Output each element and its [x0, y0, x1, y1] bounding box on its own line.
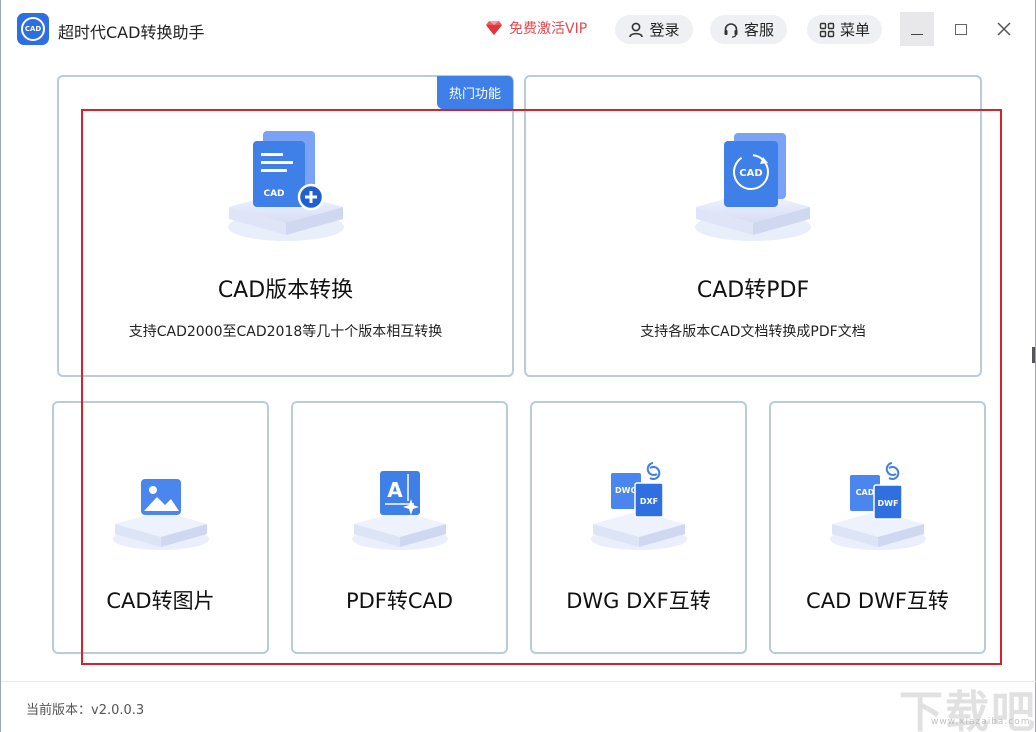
maximize-icon [955, 23, 967, 35]
cad-to-pdf-title: CAD转PDF [696, 278, 810, 303]
hot-feature-badge: 热门功能 [437, 76, 513, 109]
dwg-dxf-convert-icon: DWG DXF [590, 462, 687, 550]
headset-icon [724, 22, 738, 38]
status-footer: 当前版本：v2.0.0.3 [1, 681, 1036, 732]
version-label: 当前版本：v2.0.0.3 [26, 703, 145, 718]
cad-version-icon-text: CAD [263, 189, 284, 199]
close-icon [997, 22, 1011, 36]
cad-dwf-convert-title: CAD DWF互转 [806, 589, 949, 613]
vip-label: 免费激活VIP [509, 21, 588, 37]
cad-dwf-convert-icon: CAD DWF [829, 462, 926, 550]
dxf-icon-text: DXF [639, 497, 657, 506]
cad-to-pdf-desc: 支持各版本CAD文档转换成PDF文档 [640, 324, 866, 340]
minimize-icon [911, 33, 923, 35]
image-icon [112, 479, 209, 550]
login-button[interactable]: 登录 [615, 15, 693, 44]
cad-to-image-card[interactable]: CAD转图片 [52, 401, 269, 654]
minimize-button[interactable] [900, 12, 934, 46]
cad-to-pdf-icon: CAD [695, 133, 811, 241]
dwg-dxf-convert-title: DWG DXF互转 [566, 589, 711, 613]
pdf-to-cad-title: PDF转CAD [345, 589, 454, 613]
menu-label: 菜单 [839, 21, 870, 39]
cad-to-pdf-card[interactable]: CAD CAD转PDF 支持各版本CAD文档转换成PDF文档 [524, 75, 982, 377]
cad-to-image-title: CAD转图片 [106, 589, 215, 613]
watermark-url: www.xiazaiba.com [931, 717, 1031, 727]
cad-version-convert-title: CAD版本转换 [217, 278, 354, 303]
service-label: 客服 [743, 21, 774, 39]
dwg-icon-text: DWG [614, 486, 636, 495]
app-logo-text: CAD [21, 17, 45, 41]
app-window: CAD 超时代CAD转换助手 免费激活VIP 登录 客服 菜单 热门功能 CAD… [0, 0, 1036, 732]
login-label: 登录 [649, 21, 680, 39]
activate-vip-link[interactable]: 免费激活VIP [485, 18, 587, 38]
cad-version-convert-card[interactable]: 热门功能 CAD CAD版本转换 支持CAD2000至CAD2018等几十个版本… [57, 75, 514, 377]
cad-to-pdf-icon-text: CAD [739, 168, 762, 179]
cad-version-convert-desc: 支持CAD2000至CAD2018等几十个版本相互转换 [128, 324, 443, 340]
diamond-icon [486, 21, 502, 35]
dwg-dxf-convert-card[interactable]: DWG DXF DWG DXF互转 [530, 401, 747, 654]
maximize-button[interactable] [944, 12, 978, 46]
cad-icon-text: CAD [855, 488, 874, 497]
app-title: 超时代CAD转换助手 [58, 23, 205, 42]
cad-version-convert-icon: CAD [227, 131, 344, 241]
window-edge-marker [1032, 347, 1035, 363]
customer-service-button[interactable]: 客服 [710, 15, 787, 44]
pdf-to-cad-card[interactable]: A PDF转CAD [291, 401, 508, 654]
pdf-to-cad-icon-text: A [387, 478, 403, 502]
title-bar: CAD 超时代CAD转换助手 免费激活VIP 登录 客服 菜单 [1, 0, 1036, 60]
user-icon [629, 22, 644, 37]
menu-button[interactable]: 菜单 [807, 15, 882, 44]
close-button[interactable] [987, 12, 1021, 46]
pdf-to-cad-icon: A [351, 471, 448, 550]
grid-menu-icon [819, 22, 835, 37]
cad-dwf-convert-card[interactable]: CAD DWF CAD DWF互转 [769, 401, 986, 654]
dwf-icon-text: DWF [877, 499, 898, 508]
app-logo-icon: CAD [17, 13, 49, 45]
